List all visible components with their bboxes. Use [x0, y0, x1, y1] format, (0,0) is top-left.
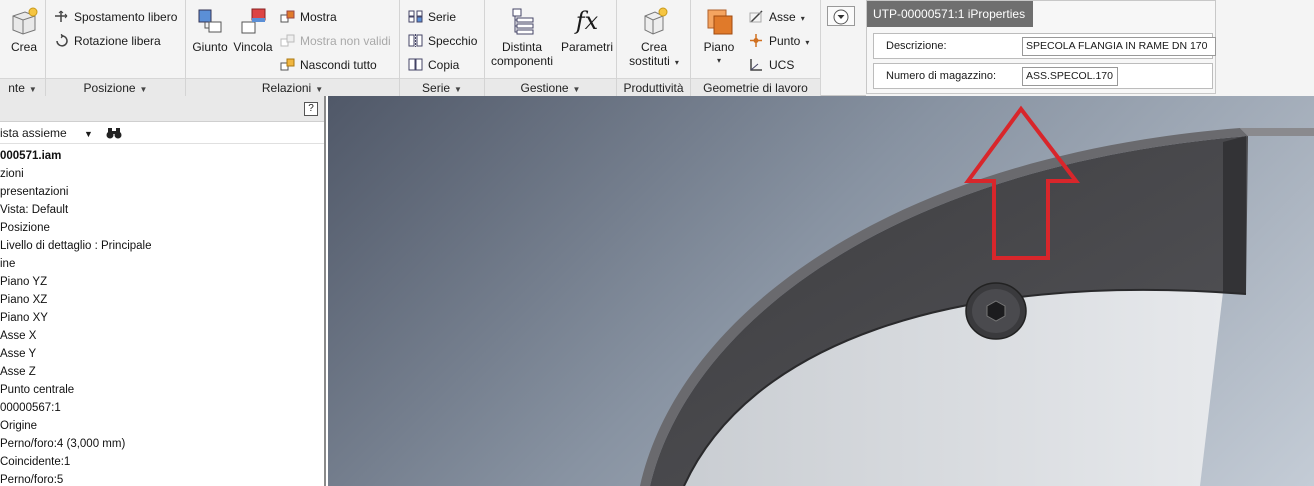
crea-component-icon — [9, 6, 39, 36]
ribbon-group-relazioni: Giunto Vincola Mostra Mostra non validi … — [186, 0, 400, 96]
group-label-componente: nte ▼ — [0, 78, 45, 96]
tree-item[interactable]: Livello di dettaglio : Principale — [0, 237, 322, 255]
ribbon-group-extra — [821, 0, 866, 96]
tree-item[interactable]: zioni — [0, 165, 322, 183]
piano-button[interactable]: Piano ▾ — [697, 6, 741, 68]
ribbon-group-gestione: Distinta componenti fx Parametri Gestion… — [485, 0, 617, 96]
asse-button[interactable]: Asse ▾ — [749, 8, 805, 26]
iproperties-title: UTP-00000571:1 iProperties — [867, 1, 1033, 27]
ribbon-overflow-button[interactable] — [827, 6, 855, 26]
move-icon — [54, 10, 69, 23]
descrizione-field[interactable]: SPECOLA FLANGIA IN RAME DN 170 — [1022, 37, 1216, 56]
group-label-geometrie: Geometrie di lavoro — [691, 78, 820, 96]
vincola-icon — [238, 6, 268, 36]
tree-item[interactable]: Punto centrale — [0, 381, 322, 399]
group-label-produttivita: Produttività — [617, 78, 690, 96]
rotazione-libera-button[interactable]: Rotazione libera — [54, 32, 161, 50]
tree-item[interactable]: Asse Y — [0, 345, 322, 363]
model-browser: ? ista assieme ▼ 000571.iam zioni presenta… — [0, 96, 326, 486]
magazzino-label: Numero di magazzino: — [886, 70, 997, 82]
nascondi-tutto-button[interactable]: Nascondi tutto — [280, 56, 377, 74]
flange-model — [640, 105, 1314, 486]
tree-item[interactable]: Asse X — [0, 327, 322, 345]
tree-item[interactable]: Perno/foro:4 (3,000 mm) — [0, 435, 322, 453]
tree-root-item[interactable]: 000571.iam — [0, 147, 322, 165]
graphics-viewport[interactable] — [328, 96, 1314, 486]
crea-sostituti-button[interactable]: Crea sostituti ▾ — [619, 6, 689, 70]
ribbon-group-posizione: Spostamento libero Rotazione libera Posi… — [46, 0, 186, 96]
specchio-icon — [408, 34, 423, 47]
tree-item[interactable]: Posizione — [0, 219, 322, 237]
giunto-icon — [195, 6, 225, 36]
tree-item[interactable]: Coincidente:1 — [0, 453, 322, 471]
group-label-serie: Serie ▼ — [400, 78, 484, 96]
mostra-icon — [280, 10, 295, 23]
giunto-button[interactable]: Giunto — [188, 6, 232, 54]
mostra-non-validi-button[interactable]: Mostra non validi — [280, 32, 391, 50]
tree-item[interactable]: Origine — [0, 417, 322, 435]
chevron-circle-down-icon — [833, 9, 849, 25]
spostamento-libero-button[interactable]: Spostamento libero — [54, 8, 177, 26]
tree-item[interactable]: ine — [0, 255, 322, 273]
ribbon: Crea nte ▼ Spostamento libero Rotazione l… — [0, 0, 866, 96]
chevron-down-icon[interactable]: ▼ — [84, 129, 93, 139]
tree-item[interactable]: Piano XY — [0, 309, 322, 327]
flange-side — [1223, 136, 1246, 294]
crea-sostituti-icon — [639, 6, 669, 36]
tree-item[interactable]: presentazioni — [0, 183, 322, 201]
group-label-gestione: Gestione ▼ — [485, 78, 616, 96]
asse-icon — [749, 10, 764, 23]
browser-tree: 000571.iam zioni presentazioni Vista: Defau… — [0, 147, 322, 486]
tree-item[interactable]: Vista: Default — [0, 201, 322, 219]
mostra-button[interactable]: Mostra — [280, 8, 337, 26]
ribbon-group-componente: Crea nte ▼ — [0, 0, 46, 96]
serie-button[interactable]: Serie — [408, 8, 456, 26]
group-label-posizione: Posizione ▼ — [46, 78, 185, 96]
piano-icon — [704, 6, 734, 36]
screw-head — [965, 282, 1027, 340]
tree-item[interactable]: Piano YZ — [0, 273, 322, 291]
ucs-button[interactable]: UCS — [749, 56, 794, 74]
punto-icon — [749, 34, 764, 47]
ribbon-group-produttivita: Crea sostituti ▾ Produttività — [617, 0, 691, 96]
iproperties-panel: UTP-00000571:1 iProperties Descrizione: … — [866, 0, 1216, 94]
mostra-non-validi-icon — [280, 34, 295, 47]
ribbon-group-serie: Serie Specchio Copia Serie ▼ — [400, 0, 485, 96]
ucs-icon — [749, 58, 764, 71]
descrizione-label: Descrizione: — [886, 40, 947, 52]
fx-icon: fx — [575, 7, 599, 35]
crea-button[interactable]: Crea — [4, 6, 44, 54]
browser-header: ? — [0, 96, 324, 122]
tree-item[interactable]: Piano XZ — [0, 291, 322, 309]
descrizione-row: Descrizione: SPECOLA FLANGIA IN RAME DN … — [873, 33, 1216, 59]
tree-item[interactable]: Asse Z — [0, 363, 322, 381]
binoculars-icon[interactable] — [106, 126, 122, 140]
magazzino-row: Numero di magazzino: ASS.SPECOL.170 — [873, 63, 1213, 89]
tree-item[interactable]: 00000567:1 — [0, 399, 322, 417]
copia-button[interactable]: Copia — [408, 56, 459, 74]
punto-button[interactable]: Punto ▾ — [749, 32, 809, 50]
crea-label: Crea — [10, 40, 37, 54]
rotate-icon — [54, 33, 69, 47]
copia-icon — [408, 58, 423, 71]
help-button[interactable]: ? — [304, 102, 318, 116]
nascondi-tutto-icon — [280, 58, 295, 71]
distinta-componenti-icon — [507, 6, 537, 36]
parametri-button[interactable]: fx Parametri — [559, 6, 615, 54]
tree-item[interactable]: Perno/foro:5 — [0, 471, 322, 486]
serie-icon — [408, 10, 423, 23]
magazzino-field[interactable]: ASS.SPECOL.170 — [1022, 67, 1118, 86]
specchio-button[interactable]: Specchio — [408, 32, 477, 50]
group-label-relazioni: Relazioni ▼ — [186, 78, 399, 96]
ribbon-group-geometrie: Piano ▾ Asse ▾ Punto ▾ UCS Geometrie di la… — [691, 0, 821, 96]
distinta-componenti-button[interactable]: Distinta componenti — [487, 6, 557, 68]
flange-top-edge — [1240, 128, 1314, 136]
browser-filter[interactable]: ista assieme ▼ — [0, 122, 324, 144]
vincola-button[interactable]: Vincola — [232, 6, 274, 54]
browser-filter-label: ista assieme — [0, 126, 67, 140]
